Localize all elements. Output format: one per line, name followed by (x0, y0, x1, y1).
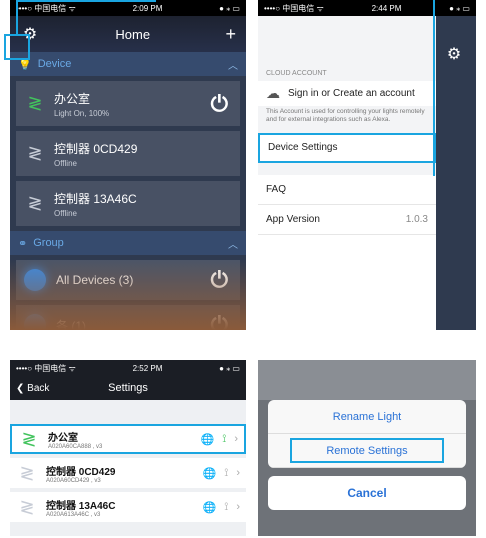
clock: 2:09 PM (132, 3, 163, 13)
home-screen: ••••○ 中国电信 ᯤ 2:09 PM ● ⁎ ▭ ⚙ Home + 💡 De… (10, 0, 246, 330)
chevron-up-icon[interactable]: ︿ (228, 57, 238, 72)
device-settings-screen: ••••○ 中国电信 ᯤ 2:52 PM ● ⁎ ▭ ❮ Back Settin… (10, 360, 246, 536)
back-button[interactable]: ❮ Back (16, 383, 49, 394)
chevron-up-icon[interactable]: ︿ (228, 236, 238, 251)
callout-line (433, 0, 435, 176)
light-strip-icon: ≷ (21, 428, 37, 449)
clock: 2:44 PM (371, 3, 402, 13)
home-preview[interactable]: ⚙ (436, 0, 476, 330)
device-id: A020A60CA888 , v3 (48, 443, 103, 450)
page-title: Home (115, 26, 151, 42)
dimmed-background (258, 360, 476, 400)
bulb-icon (24, 269, 46, 291)
callout-line (16, 0, 156, 2)
device-name: 办公室 (48, 432, 78, 444)
group-name: 各 (1) (56, 318, 87, 331)
device-row[interactable]: ≷ 控制器 13A46C A020A613A46C , v3 🌐 ⟟ › (10, 492, 246, 522)
bulb-icon (24, 314, 46, 330)
power-icon[interactable]: ⏻ (211, 91, 228, 117)
home-nav-bar: ⚙ Home + (10, 16, 246, 52)
chevron-right-icon: › (234, 433, 238, 445)
device-row[interactable]: ≷ 办公室 A020A60CA888 , v3 🌐 ⟟ › (10, 424, 246, 454)
sign-in-row[interactable]: ☁ Sign in or Create an account (258, 81, 436, 106)
device-card[interactable]: ≷ 控制器 0CD429 Offline (16, 131, 240, 176)
device-name: 办公室 (54, 91, 91, 106)
action-sheet-screen: Rename Light Remote Settings Cancel (258, 360, 476, 536)
action-sheet: Rename Light Remote Settings (268, 400, 466, 468)
group-card[interactable]: All Devices (3) ⏻ (16, 260, 240, 300)
status-bar: ••••○ 中国电信 ᯤ 2:44 PM ● ⁎ ▭ (258, 0, 476, 16)
drawer-screen: ⚙ ••••○ 中国电信 ᯤ 2:44 PM ● ⁎ ▭ CLOUD ACCOU… (258, 0, 476, 330)
wifi-icon: ⟟ (222, 432, 227, 445)
group-section-label: Group (33, 237, 64, 249)
chevron-right-icon: › (236, 467, 240, 479)
app-version-item: App Version 1.0.3 (258, 205, 436, 235)
cloud-icon: ☁ (266, 85, 280, 101)
cloud-account-note: This Account is used for controlling you… (258, 106, 436, 133)
device-name: 控制器 0CD429 (46, 466, 116, 478)
light-strip-icon: ≷ (27, 143, 43, 163)
cancel-button[interactable]: Cancel (268, 476, 466, 510)
faq-item[interactable]: FAQ (258, 175, 436, 205)
device-settings-item[interactable]: Device Settings (258, 132, 436, 163)
light-strip-icon: ≷ (19, 462, 35, 483)
battery: ● ⁎ ▭ (449, 3, 470, 13)
device-name: 控制器 13A46C (46, 500, 116, 512)
device-row[interactable]: ≷ 控制器 0CD429 A020A60CD429 , v3 🌐 ⟟ › (10, 458, 246, 488)
globe-icon: 🌐 (202, 501, 217, 514)
device-section-header[interactable]: 💡 Device ︿ (10, 52, 246, 76)
wifi-icon: ⟟ (224, 466, 229, 479)
status-bar: ••••○ 中国电信 ᯤ 2:09 PM ● ⁎ ▭ (10, 0, 246, 16)
light-strip-icon: ≷ (27, 193, 43, 213)
device-status: Offline (54, 208, 77, 218)
group-icon: ⚭ (18, 237, 28, 250)
status-bar: ••••○ 中国电信 ᯤ 2:52 PM ● ⁎ ▭ (10, 360, 246, 376)
gear-highlight (4, 34, 30, 60)
carrier: ••••○ 中国电信 ᯤ (16, 363, 76, 373)
device-card[interactable]: ≷ 办公室 Light On, 100% ⏻ (16, 81, 240, 126)
chevron-right-icon: › (236, 501, 240, 513)
group-section-header[interactable]: ⚭ Group ︿ (10, 231, 246, 255)
light-strip-icon: ≷ (27, 93, 43, 113)
group-name: All Devices (3) (56, 273, 134, 287)
gear-icon[interactable]: ⚙ (444, 44, 464, 64)
device-id: A020A613A46C , v3 (46, 511, 101, 518)
wifi-icon: ⟟ (224, 500, 229, 513)
sign-in-label: Sign in or Create an account (288, 88, 415, 99)
device-status: Offline (54, 158, 77, 168)
globe-icon: 🌐 (200, 433, 215, 446)
callout-line (16, 0, 18, 34)
device-name: 控制器 13A46C (54, 191, 137, 206)
carrier: ••••○ 中国电信 ᯤ (264, 3, 324, 13)
device-name: 控制器 0CD429 (54, 141, 138, 156)
settings-nav-bar: ❮ Back Settings (10, 376, 246, 400)
group-card[interactable]: 各 (1) ⏻ (16, 305, 240, 330)
rename-light-button[interactable]: Rename Light (268, 400, 466, 434)
settings-drawer: CLOUD ACCOUNT ☁ Sign in or Create an acc… (258, 16, 436, 330)
device-id: A020A60CD429 , v3 (46, 477, 101, 484)
device-status: Light On, 100% (54, 108, 110, 118)
battery: ● ⁎ ▭ (219, 3, 240, 13)
device-card[interactable]: ≷ 控制器 13A46C Offline (16, 181, 240, 226)
device-section-label: Device (37, 58, 72, 70)
battery: ● ⁎ ▭ (219, 363, 240, 373)
globe-icon: 🌐 (202, 467, 217, 480)
add-button[interactable]: + (225, 24, 236, 45)
cloud-account-heading: CLOUD ACCOUNT (258, 66, 436, 81)
power-icon[interactable]: ⏻ (211, 267, 228, 293)
app-version: 1.0.3 (405, 213, 428, 225)
light-strip-icon: ≷ (19, 496, 35, 517)
carrier: ••••○ 中国电信 ᯤ (16, 3, 76, 13)
remote-settings-button[interactable]: Remote Settings (268, 434, 466, 468)
clock: 2:52 PM (132, 363, 163, 373)
power-icon[interactable]: ⏻ (211, 312, 228, 330)
